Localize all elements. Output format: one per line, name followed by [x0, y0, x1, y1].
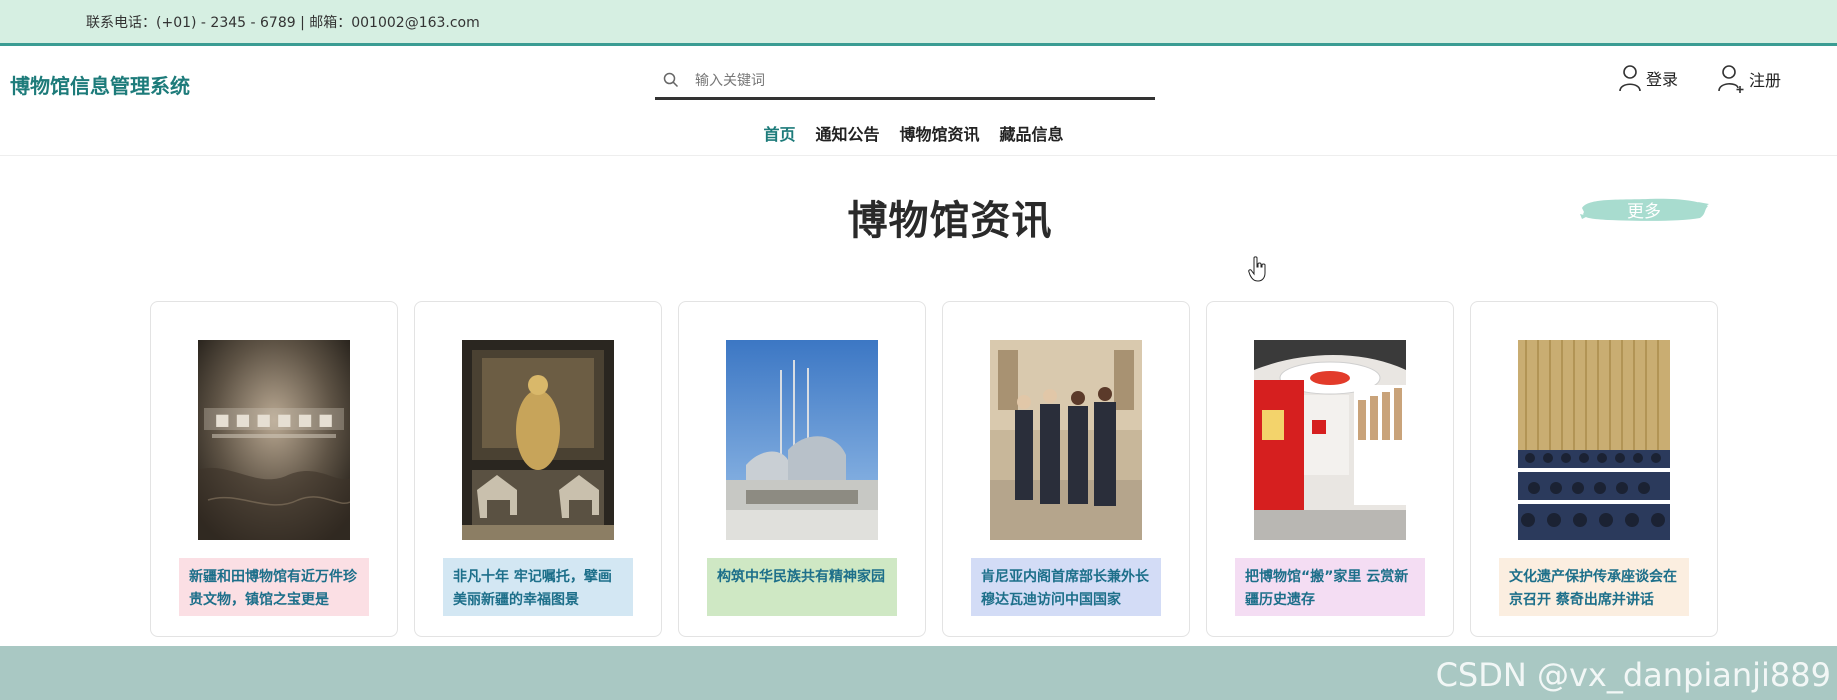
login-button[interactable]: 登录	[1618, 64, 1678, 92]
site-header: 博物馆信息管理系统 登录 注册 首页 通知公告 博物馆资讯 藏品信息	[0, 46, 1837, 156]
red-exhibition-image	[1254, 340, 1406, 540]
conference-meeting-image	[1518, 340, 1670, 540]
news-thumbnail[interactable]	[1518, 340, 1670, 540]
svg-text:■ ■ ■ ■ ■ ■: ■ ■ ■ ■ ■ ■	[215, 410, 334, 429]
page-footer: CSDN @vx_danpianji889	[0, 646, 1837, 700]
news-card[interactable]: 把博物馆“搬”家里 云赏新疆历史遗存	[1206, 301, 1454, 637]
news-card[interactable]: 肯尼亚内阁首席部长兼外长穆达瓦迪访问中国国家	[942, 301, 1190, 637]
main-nav: 首页 通知公告 博物馆资讯 藏品信息	[0, 121, 1837, 145]
news-caption[interactable]: 把博物馆“搬”家里 云赏新疆历史遗存	[1235, 558, 1425, 616]
contact-info: 联系电话：(+01) - 2345 - 6789 | 邮箱：001002@163…	[86, 15, 480, 31]
news-card[interactable]: 构筑中华民族共有精神家园	[678, 301, 926, 637]
nav-item-notices[interactable]: 通知公告	[805, 121, 889, 145]
login-label: 登录	[1646, 70, 1679, 89]
news-card[interactable]: ■ ■ ■ ■ ■ ■ 新疆和田博物馆有近万件珍贵文物，镇馆之宝更是	[150, 301, 398, 637]
news-caption[interactable]: 非凡十年 牢记嘱托，擘画美丽新疆的幸福图景	[443, 558, 633, 616]
news-thumbnail[interactable]	[726, 340, 878, 540]
more-button[interactable]: 更多	[1578, 194, 1710, 224]
delegation-visit-image	[990, 340, 1142, 540]
user-add-icon	[1718, 65, 1744, 93]
news-card[interactable]: 非凡十年 牢记嘱托，擘画美丽新疆的幸福图景	[414, 301, 662, 637]
news-caption[interactable]: 构筑中华民族共有精神家园	[707, 558, 897, 616]
register-button[interactable]: 注册	[1717, 64, 1781, 94]
museum-building-image	[726, 340, 878, 540]
more-label: 更多	[1627, 201, 1661, 222]
news-thumbnail[interactable]	[990, 340, 1142, 540]
top-contact-bar: 联系电话：(+01) - 2345 - 6789 | 邮箱：001002@163…	[0, 0, 1837, 46]
search-input[interactable]	[695, 68, 1135, 94]
news-caption[interactable]: 肯尼亚内阁首席部长兼外长穆达瓦迪访问中国国家	[971, 558, 1161, 616]
section-title: 博物馆资讯	[847, 198, 1053, 244]
news-thumbnail[interactable]	[1254, 340, 1406, 540]
news-caption[interactable]: 新疆和田博物馆有近万件珍贵文物，镇馆之宝更是	[179, 558, 369, 616]
nav-item-home[interactable]: 首页	[753, 121, 805, 145]
horse-statues-image	[462, 340, 614, 540]
nav-item-collections[interactable]: 藏品信息	[990, 121, 1074, 145]
nav-item-museum-news[interactable]: 博物馆资讯	[890, 121, 990, 145]
news-caption[interactable]: 文化遗产保护传承座谈会在京召开 蔡奇出席并讲话	[1499, 558, 1689, 616]
watermark-text: CSDN @vx_danpianji889	[1435, 656, 1831, 694]
hand-cursor-icon	[1248, 256, 1266, 282]
search-bar	[655, 62, 1155, 100]
site-title[interactable]: 博物馆信息管理系统	[10, 70, 190, 99]
exhibition-sign-image: ■ ■ ■ ■ ■ ■	[198, 340, 350, 540]
news-card[interactable]: 文化遗产保护传承座谈会在京召开 蔡奇出席并讲话	[1470, 301, 1718, 637]
search-icon[interactable]	[663, 72, 679, 88]
news-card-list: ■ ■ ■ ■ ■ ■ 新疆和田博物馆有近万件珍贵文物，镇馆之宝更是 非凡十年 …	[150, 301, 1718, 637]
register-label: 注册	[1749, 71, 1782, 90]
user-icon	[1619, 65, 1641, 92]
news-thumbnail[interactable]: ■ ■ ■ ■ ■ ■	[198, 340, 350, 540]
news-thumbnail[interactable]	[462, 340, 614, 540]
